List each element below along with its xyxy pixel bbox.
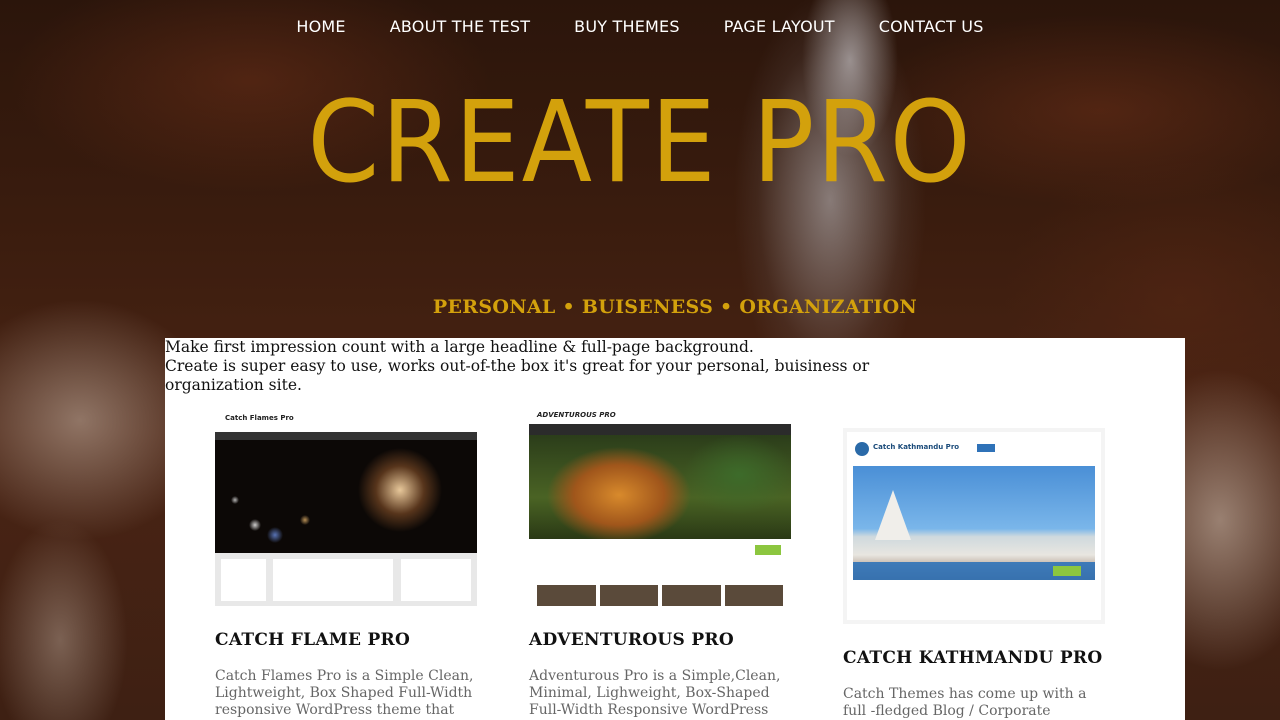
thumbnail bbox=[724, 585, 783, 606]
nav-item-buy-themes[interactable]: BUY THEMES bbox=[552, 17, 702, 36]
screenshot-header: Catch Kathmandu Pro bbox=[847, 432, 1101, 466]
screenshot-site-title: Catch Flames Pro bbox=[225, 414, 294, 422]
screenshot-featured bbox=[529, 565, 791, 585]
screenshot-site-title: ADVENTUROUS PRO bbox=[537, 411, 616, 419]
temple-image bbox=[853, 466, 1095, 580]
screenshot-header: ADVENTUROUS PRO bbox=[529, 410, 791, 424]
theme-screenshot-catch-flame-pro[interactable]: Catch Flames Pro bbox=[215, 410, 477, 606]
screenshot-site-title: Catch Kathmandu Pro bbox=[873, 443, 960, 451]
logo-icon bbox=[855, 442, 869, 456]
screenshot-purchase-button bbox=[755, 545, 781, 555]
theme-title[interactable]: CATCH FLAME PRO bbox=[215, 630, 477, 650]
screenshot-archives-box bbox=[221, 559, 266, 601]
screenshot-about-box bbox=[273, 559, 393, 601]
screenshot-home-tab bbox=[977, 444, 995, 452]
screenshot-frame: Catch Kathmandu Pro bbox=[847, 432, 1101, 620]
screenshot-navbar bbox=[529, 424, 791, 435]
theme-card-adventurous-pro: ADVENTUROUS PRO ADVENTUROUS PRO Adventur… bbox=[529, 410, 791, 719]
theme-card-catch-kathmandu-pro: Catch Kathmandu Pro CATCH KATHMANDU PRO … bbox=[843, 428, 1105, 720]
nav-item-about-the-test[interactable]: ABOUT THE TEST bbox=[368, 17, 552, 36]
theme-screenshot-catch-kathmandu-pro[interactable]: Catch Kathmandu Pro bbox=[843, 428, 1105, 624]
theme-description: Catch Themes has come up with a full -fl… bbox=[843, 686, 1087, 719]
theme-description: Adventurous Pro is a Simple,Clean, Minim… bbox=[529, 668, 781, 718]
tiger-image bbox=[529, 435, 791, 539]
thumbnail bbox=[537, 585, 596, 606]
screenshot-buy-box bbox=[401, 559, 471, 601]
nav-item-contact-us[interactable]: CONTACT US bbox=[857, 17, 1006, 36]
theme-title[interactable]: CATCH KATHMANDU PRO bbox=[843, 648, 1105, 668]
theme-screenshot-adventurous-pro[interactable]: ADVENTUROUS PRO bbox=[529, 410, 791, 606]
screenshot-header: Catch Flames Pro bbox=[215, 410, 477, 432]
main-nav: HOME ABOUT THE TEST BUY THEMES PAGE LAYO… bbox=[0, 0, 1280, 52]
theme-cards: Catch Flames Pro CATCH FLAME PRO Catch F… bbox=[165, 410, 1185, 720]
theme-title[interactable]: ADVENTUROUS PRO bbox=[529, 630, 791, 650]
theme-description: Catch Flames Pro is a Simple Clean, Ligh… bbox=[215, 668, 474, 718]
thumbnail bbox=[599, 585, 658, 606]
screenshot-navbar bbox=[215, 432, 477, 440]
thumbnail bbox=[662, 585, 721, 606]
intro-line-1: Make first impression count with a large… bbox=[165, 338, 754, 356]
screenshot-footer bbox=[215, 553, 477, 606]
theme-card-catch-flame-pro: Catch Flames Pro CATCH FLAME PRO Catch F… bbox=[215, 410, 477, 719]
temple-shape bbox=[875, 490, 911, 540]
screenshot-thumbnails bbox=[529, 585, 791, 606]
nav-item-home[interactable]: HOME bbox=[274, 17, 367, 36]
intro-text: Make first impression count with a large… bbox=[165, 338, 885, 395]
nav-item-page-layout[interactable]: PAGE LAYOUT bbox=[702, 17, 857, 36]
site-tagline: PERSONAL • BUISENESS • ORGANIZATION bbox=[432, 296, 918, 318]
sparkler-image bbox=[215, 440, 477, 553]
site-title[interactable]: CREATE PRO bbox=[51, 78, 1229, 208]
screenshot-buy-button bbox=[1053, 566, 1081, 576]
intro-line-2: Create is super easy to use, works out-o… bbox=[165, 357, 870, 394]
screenshot-intro bbox=[529, 539, 791, 565]
